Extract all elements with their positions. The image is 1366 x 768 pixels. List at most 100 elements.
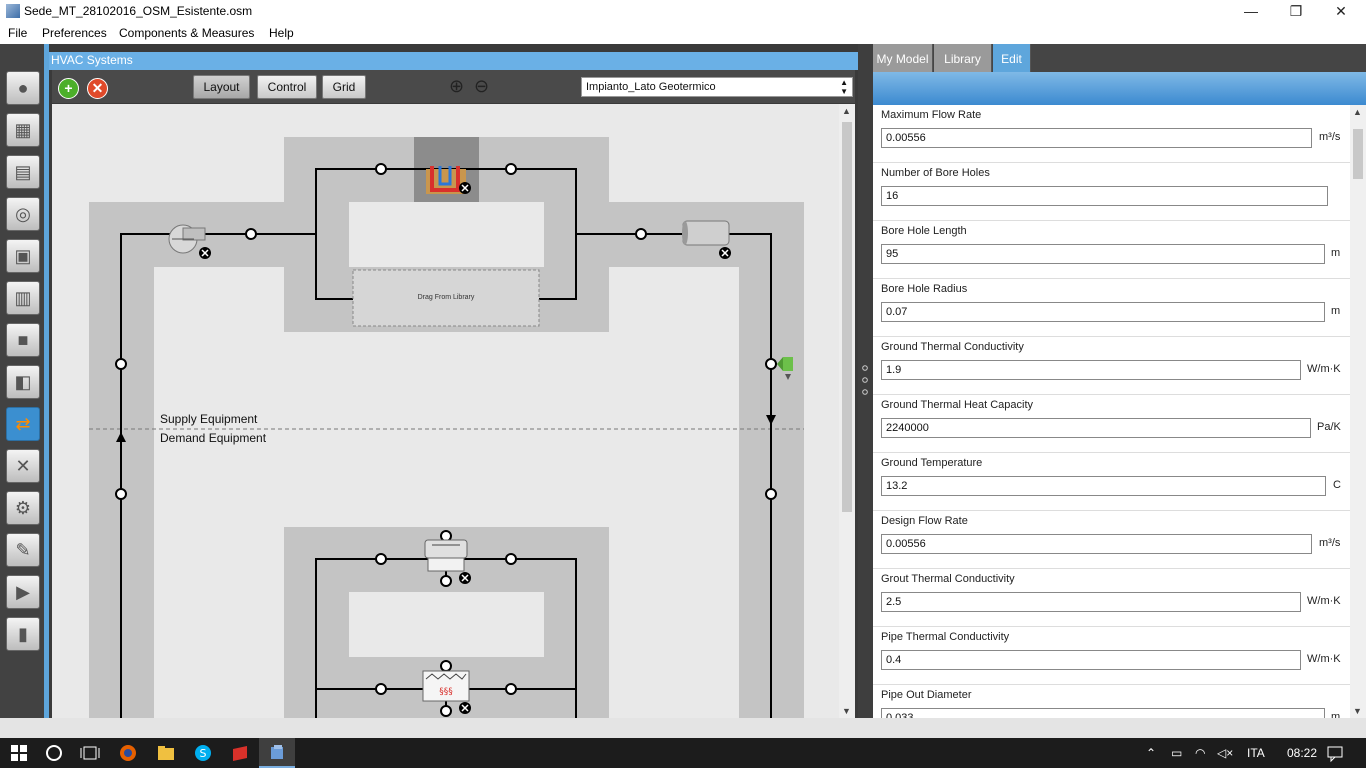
node [505, 683, 517, 695]
field-label: Ground Temperature [881, 457, 983, 469]
field-ground-temperature: Ground Temperature 13.2 C [873, 453, 1350, 511]
input-language[interactable]: ITA [1247, 746, 1265, 760]
simulation-settings-gear-icon[interactable]: ⚙ [6, 491, 40, 525]
menu-help[interactable]: Help [269, 26, 294, 40]
close-window-button[interactable]: ✕ [1318, 0, 1364, 23]
node [115, 358, 127, 370]
node [115, 488, 127, 500]
scroll-thumb[interactable] [842, 122, 852, 512]
menu-file[interactable]: File [8, 26, 27, 40]
run-simulation-play-icon[interactable]: ▶ [6, 575, 40, 609]
search-icon[interactable] [44, 743, 64, 763]
field-label: Design Flow Rate [881, 515, 968, 527]
node [635, 228, 647, 240]
hvac-systems-panel: HVAC Systems + ✕ Layout Control Grid ⊕ ⊖… [49, 44, 858, 718]
node [440, 705, 452, 717]
number-of-bore-holes-input[interactable]: 16 [881, 186, 1328, 206]
ground-temperature-input[interactable]: 13.2 [881, 476, 1326, 496]
canvas-scrollbar[interactable]: ▲ ▼ [839, 104, 855, 718]
building-summary-icon[interactable]: ✕ [6, 449, 40, 483]
ground-thermal-heat-capacity-input[interactable]: 2240000 [881, 418, 1311, 438]
layout-button[interactable]: Layout [193, 75, 250, 99]
inspector-fields: Maximum Flow Rate 0.00556 m³/s Number of… [873, 105, 1350, 718]
zoom-out-icon[interactable]: ⊖ [474, 77, 494, 97]
svg-text:§§§: §§§ [439, 687, 453, 697]
remove-loop-button[interactable]: ✕ [87, 78, 108, 99]
measures-scroll-icon[interactable]: ✎ [6, 533, 40, 567]
space-types-icon[interactable]: ▣ [6, 239, 40, 273]
schedules-calendar-icon[interactable]: ▦ [6, 113, 40, 147]
node [375, 553, 387, 565]
scroll-up-icon[interactable]: ▲ [1353, 107, 1362, 117]
facility-icon[interactable]: ■ [6, 323, 40, 357]
bore-hole-length-input[interactable]: 95 [881, 244, 1325, 264]
menu-preferences[interactable]: Preferences [42, 26, 107, 40]
pipe-thermal-conductivity-input[interactable]: 0.4 [881, 650, 1301, 670]
design-flow-rate-input[interactable]: 0.00556 [881, 534, 1312, 554]
loop-diagram: §§§ [89, 137, 804, 718]
select-arrows-icon: ▲ ▼ [840, 78, 848, 96]
node [765, 358, 777, 370]
splitter-grip-icon [862, 365, 868, 395]
firefox-icon[interactable] [118, 743, 138, 763]
hvac-systems-icon[interactable]: ⇄ [6, 407, 40, 441]
file-explorer-icon[interactable] [156, 743, 176, 763]
zoom-in-icon[interactable]: ⊕ [449, 77, 469, 97]
action-center-icon[interactable] [1325, 743, 1345, 763]
field-label: Ground Thermal Conductivity [881, 341, 1024, 353]
loop-select-dropdown[interactable]: Impianto_Lato Geotermico ▲ ▼ [581, 77, 853, 97]
add-loop-button[interactable]: + [58, 78, 79, 99]
results-summary-chart-icon[interactable]: ▮ [6, 617, 40, 651]
field-label: Bore Hole Radius [881, 283, 968, 295]
grid-button[interactable]: Grid [322, 75, 366, 99]
node [765, 488, 777, 500]
field-bore-hole-length: Bore Hole Length 95 m [873, 221, 1350, 279]
field-label: Number of Bore Holes [881, 167, 990, 179]
grout-thermal-conductivity-input[interactable]: 2.5 [881, 592, 1301, 612]
field-unit: m [1331, 305, 1341, 317]
geometry-building-icon[interactable]: ▥ [6, 281, 40, 315]
tab-library[interactable]: Library [934, 44, 992, 72]
field-label: Ground Thermal Heat Capacity [881, 399, 1034, 411]
show-hidden-icons-icon[interactable]: ⌃ [1146, 746, 1156, 760]
scroll-up-icon[interactable]: ▲ [842, 106, 851, 116]
bore-hole-radius-input[interactable]: 0.07 [881, 302, 1325, 322]
panel-splitter[interactable] [858, 44, 873, 718]
tab-my-model[interactable]: My Model [873, 44, 933, 72]
menu-bar: File Preferences Components & Measures H… [0, 23, 1366, 44]
wifi-icon[interactable]: ◠ [1195, 746, 1205, 760]
spaces-cube-icon[interactable]: ◧ [6, 365, 40, 399]
ground-thermal-conductivity-input[interactable]: 1.9 [881, 360, 1301, 380]
node [505, 163, 517, 175]
plant-loop-canvas[interactable]: §§§ Drag From Library Supply Equipment D… [52, 104, 839, 718]
control-button[interactable]: Control [257, 75, 317, 99]
clock-time[interactable]: 08:22 [1287, 746, 1317, 760]
demand-equipment-label: Demand Equipment [160, 431, 267, 445]
inspector-scrollbar[interactable]: ▲ ▼ [1350, 105, 1366, 718]
openstudio-taskbar-button[interactable] [259, 738, 295, 768]
sketchup-icon[interactable] [230, 743, 250, 763]
supply-equipment-label: Supply Equipment [160, 412, 258, 426]
menu-components-measures[interactable]: Components & Measures [119, 26, 254, 40]
maximize-button[interactable]: ❐ [1273, 0, 1319, 23]
field-label: Maximum Flow Rate [881, 109, 982, 121]
volume-muted-icon[interactable]: ◁× [1217, 746, 1233, 760]
node [440, 660, 452, 672]
pipe-out-diameter-input[interactable]: 0.033 [881, 708, 1325, 718]
tab-edit[interactable]: Edit [993, 44, 1031, 72]
openstudio-icon [271, 745, 283, 759]
scroll-down-icon[interactable]: ▼ [842, 706, 851, 716]
battery-icon[interactable]: ▭ [1171, 746, 1182, 760]
minimize-button[interactable]: — [1228, 0, 1274, 23]
skype-icon[interactable]: S [193, 743, 213, 763]
maximum-flow-rate-input[interactable]: 0.00556 [881, 128, 1312, 148]
site-globe-icon[interactable]: ● [6, 71, 40, 105]
field-ground-thermal-heat-capacity: Ground Thermal Heat Capacity 2240000 Pa/… [873, 395, 1350, 453]
scroll-thumb[interactable] [1353, 129, 1363, 179]
windows-start-icon[interactable] [9, 743, 29, 763]
field-bore-hole-radius: Bore Hole Radius 0.07 m [873, 279, 1350, 337]
task-view-icon[interactable] [80, 743, 100, 763]
loads-outlet-icon[interactable]: ◎ [6, 197, 40, 231]
scroll-down-icon[interactable]: ▼ [1353, 706, 1362, 716]
constructions-icon[interactable]: ▤ [6, 155, 40, 189]
